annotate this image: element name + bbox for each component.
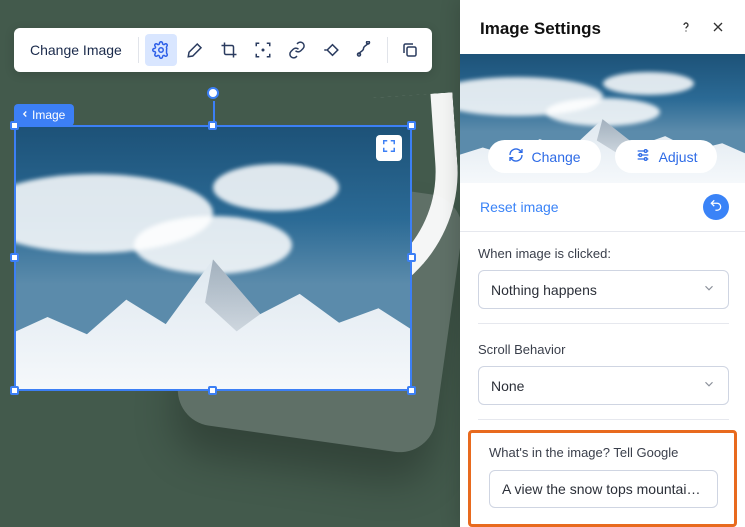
panel-title: Image Settings (480, 19, 665, 39)
panel-header: Image Settings (460, 0, 745, 54)
reset-row: Reset image (460, 183, 745, 232)
chevron-down-icon (702, 281, 716, 298)
resize-handle[interactable] (208, 386, 217, 395)
scroll-behavior-value: None (491, 378, 524, 394)
path-icon (356, 41, 374, 59)
resize-handle[interactable] (208, 121, 217, 130)
change-button[interactable]: Change (488, 140, 601, 173)
help-button[interactable] (675, 18, 697, 40)
chevron-left-icon (20, 108, 30, 122)
gear-icon (152, 41, 170, 59)
resize-handle[interactable] (407, 121, 416, 130)
undo-icon (709, 198, 723, 217)
sliders-icon (635, 147, 651, 166)
resize-handle[interactable] (10, 253, 19, 262)
click-behavior-section: When image is clicked: Nothing happens (460, 232, 745, 328)
undo-button[interactable] (703, 194, 729, 220)
crop-icon (220, 41, 238, 59)
animation-button[interactable] (315, 34, 347, 66)
copy-layout-button[interactable] (394, 34, 426, 66)
selected-image[interactable] (14, 125, 412, 391)
image-preview: Change Adjust (460, 54, 745, 183)
image-toolbar: Change Image (14, 28, 432, 72)
breadcrumb-label: Image (32, 108, 65, 122)
mountain-image (16, 127, 410, 389)
resize-handle[interactable] (407, 386, 416, 395)
resize-handle[interactable] (407, 253, 416, 262)
scroll-behavior-label: Scroll Behavior (478, 342, 729, 357)
crop-button[interactable] (213, 34, 245, 66)
section-divider (478, 323, 729, 324)
copy-icon (401, 41, 419, 59)
brush-icon (186, 41, 204, 59)
reset-image-link[interactable]: Reset image (480, 199, 703, 215)
scroll-behavior-section: Scroll Behavior None (460, 328, 745, 424)
alt-text-input[interactable]: A view the snow tops mountais, ever… (489, 470, 718, 508)
link-button[interactable] (281, 34, 313, 66)
close-icon (710, 19, 726, 40)
resize-handle[interactable] (10, 121, 19, 130)
preview-actions: Change Adjust (460, 140, 745, 173)
chevron-down-icon (702, 377, 716, 394)
change-image-button[interactable]: Change Image (20, 36, 132, 64)
adjust-button[interactable]: Adjust (615, 140, 718, 173)
breadcrumb[interactable]: Image (14, 104, 74, 126)
path-button[interactable] (349, 34, 381, 66)
expand-icon (382, 139, 396, 158)
adjust-button-label: Adjust (659, 149, 698, 165)
focus-button[interactable] (247, 34, 279, 66)
link-icon (288, 41, 306, 59)
toolbar-divider (138, 37, 139, 63)
refresh-icon (508, 147, 524, 166)
rotate-handle[interactable] (207, 87, 219, 99)
brush-button[interactable] (179, 34, 211, 66)
toolbar-divider (387, 37, 388, 63)
alt-text-label: What's in the image? Tell Google (489, 445, 718, 460)
change-button-label: Change (532, 149, 581, 165)
question-icon (678, 19, 694, 40)
settings-button[interactable] (145, 34, 177, 66)
fullscreen-button[interactable] (376, 135, 402, 161)
section-divider (478, 419, 729, 420)
focus-icon (254, 41, 272, 59)
click-behavior-label: When image is clicked: (478, 246, 729, 261)
close-button[interactable] (707, 18, 729, 40)
scroll-behavior-select[interactable]: None (478, 366, 729, 405)
image-settings-panel: Image Settings Change (460, 0, 745, 527)
click-behavior-value: Nothing happens (491, 282, 597, 298)
resize-handle[interactable] (10, 386, 19, 395)
alt-text-section: What's in the image? Tell Google A view … (468, 430, 737, 527)
diamond-icon (322, 41, 340, 59)
click-behavior-select[interactable]: Nothing happens (478, 270, 729, 309)
